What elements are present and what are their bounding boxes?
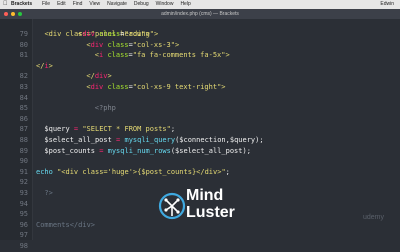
- line-number: 96: [19, 220, 28, 229]
- user-name[interactable]: Edwin: [380, 0, 394, 9]
- menu-list: File Edit Find View Navigate Debug Window Help: [42, 0, 191, 9]
- code-token: class: [103, 40, 129, 49]
- code-token: div: [82, 30, 95, 38]
- line-number: 93: [19, 189, 28, 197]
- menu-item-help[interactable]: Help: [180, 0, 190, 9]
- menu-item-debug[interactable]: Debug: [134, 0, 149, 9]
- code-token: ;: [225, 167, 230, 176]
- menu-item-view[interactable]: View: [89, 0, 100, 9]
- code-token: ($connection,$query);: [175, 136, 264, 144]
- apple-icon[interactable]: : [3, 0, 8, 9]
- code-token: =: [99, 146, 108, 155]
- code-line[interactable]: <div class="col-xs-3">: [86, 40, 179, 51]
- code-token: "SELECT * FROM posts": [82, 125, 171, 134]
- line-number: 82: [19, 72, 28, 81]
- line-number: 83: [19, 83, 28, 91]
- code-line[interactable]: $query = "SELECT * FROM posts";: [44, 124, 175, 135]
- code-token: div: [90, 83, 104, 91]
- line-number: 95: [19, 210, 28, 219]
- code-token: >: [48, 61, 53, 70]
- line-number: 91: [19, 167, 28, 176]
- code-token: "col-xs-9 text-right": [132, 83, 222, 91]
- line-number: 84: [19, 93, 28, 102]
- code-token: class: [103, 51, 129, 60]
- code-token: ($select_all_post);: [170, 146, 251, 155]
- line-number: 79: [19, 30, 28, 38]
- code-token: $select_all_post: [44, 136, 117, 144]
- code-token: >: [221, 83, 226, 91]
- logo-line-1: Mind: [186, 187, 224, 204]
- line-number: 86: [19, 114, 28, 123]
- code-token: <?php: [94, 104, 116, 113]
- line-number: 80: [19, 40, 28, 49]
- code-token: >: [107, 72, 112, 81]
- code-token: "fa fa-comments fa-5x": [132, 51, 226, 60]
- menu-item-window[interactable]: Window: [156, 0, 174, 9]
- menu-item-edit[interactable]: Edit: [57, 0, 66, 9]
- code-token: "col-xs-3": [132, 40, 175, 49]
- line-number: 85: [19, 104, 28, 113]
- menu-item-file[interactable]: File: [42, 0, 50, 9]
- menu-right-items: Edwin: [380, 0, 394, 9]
- code-token: mysqli_query: [124, 136, 176, 144]
- code-line[interactable]: $select_all_post = mysqli_query($connect…: [44, 135, 263, 146]
- line-number: 92: [19, 178, 28, 187]
- code-token: "<div class='huge'>{$post_counts}</div>": [57, 167, 226, 176]
- code-token: mysqli_num_rows: [107, 146, 171, 155]
- code-line[interactable]: Comments</div>: [36, 220, 95, 231]
- code-token: echo: [36, 167, 58, 176]
- code-token: $post_counts: [44, 146, 100, 155]
- brain-icon: [158, 192, 186, 220]
- code-token: >: [145, 30, 150, 38]
- menu-item-find[interactable]: Find: [73, 0, 83, 9]
- code-token: >: [225, 51, 230, 60]
- line-number: 94: [19, 199, 28, 208]
- code-line[interactable]: echo "<div class='huge'>{$post_counts}</…: [36, 167, 230, 178]
- line-number: 90: [19, 157, 28, 166]
- code-line[interactable]: <div class="col-xs-9 text-right">: [86, 82, 225, 93]
- code-line[interactable]: </div>: [86, 71, 111, 82]
- code-line-partial[interactable]: <div class="panel-heading">: [36, 18, 158, 38]
- line-number: 87: [19, 125, 28, 134]
- line-number: 89: [19, 146, 28, 155]
- code-token: ?>: [44, 189, 53, 197]
- code-token: Comments</div>: [36, 220, 96, 229]
- code-token: </: [86, 72, 95, 81]
- code-line[interactable]: <div class="row">: [78, 29, 150, 40]
- line-number: 88: [19, 136, 28, 144]
- code-token: div: [94, 72, 108, 81]
- code-line[interactable]: <?php: [95, 103, 116, 114]
- code-token: $query: [44, 125, 74, 134]
- menu-item-navigate[interactable]: Navigate: [107, 0, 127, 9]
- code-line[interactable]: <i class="fa fa-comments fa-5x">: [95, 50, 230, 61]
- logo-wordmark: Mind Luster: [186, 187, 235, 221]
- line-number: 81: [19, 51, 28, 60]
- app-name-menu[interactable]: Brackets: [11, 0, 32, 9]
- code-token: >: [174, 40, 180, 49]
- code-token: ;: [170, 125, 176, 134]
- code-token: "row": [124, 30, 146, 38]
- code-token: class: [103, 83, 129, 91]
- code-line[interactable]: $post_counts = mysqli_num_rows($select_a…: [44, 146, 251, 157]
- code-line[interactable]: ?>: [44, 188, 52, 199]
- line-number: 98: [19, 242, 28, 250]
- udemy-watermark: udemy: [362, 214, 384, 221]
- code-token: class: [94, 30, 121, 38]
- code-line[interactable]: </i>: [36, 61, 53, 72]
- line-number: [0, 61, 28, 72]
- logo-line-2: Luster: [186, 204, 235, 221]
- code-token: div: [90, 40, 104, 49]
- macos-menu-bar:  Brackets File Edit Find View Navigate Debug…: [0, 0, 400, 9]
